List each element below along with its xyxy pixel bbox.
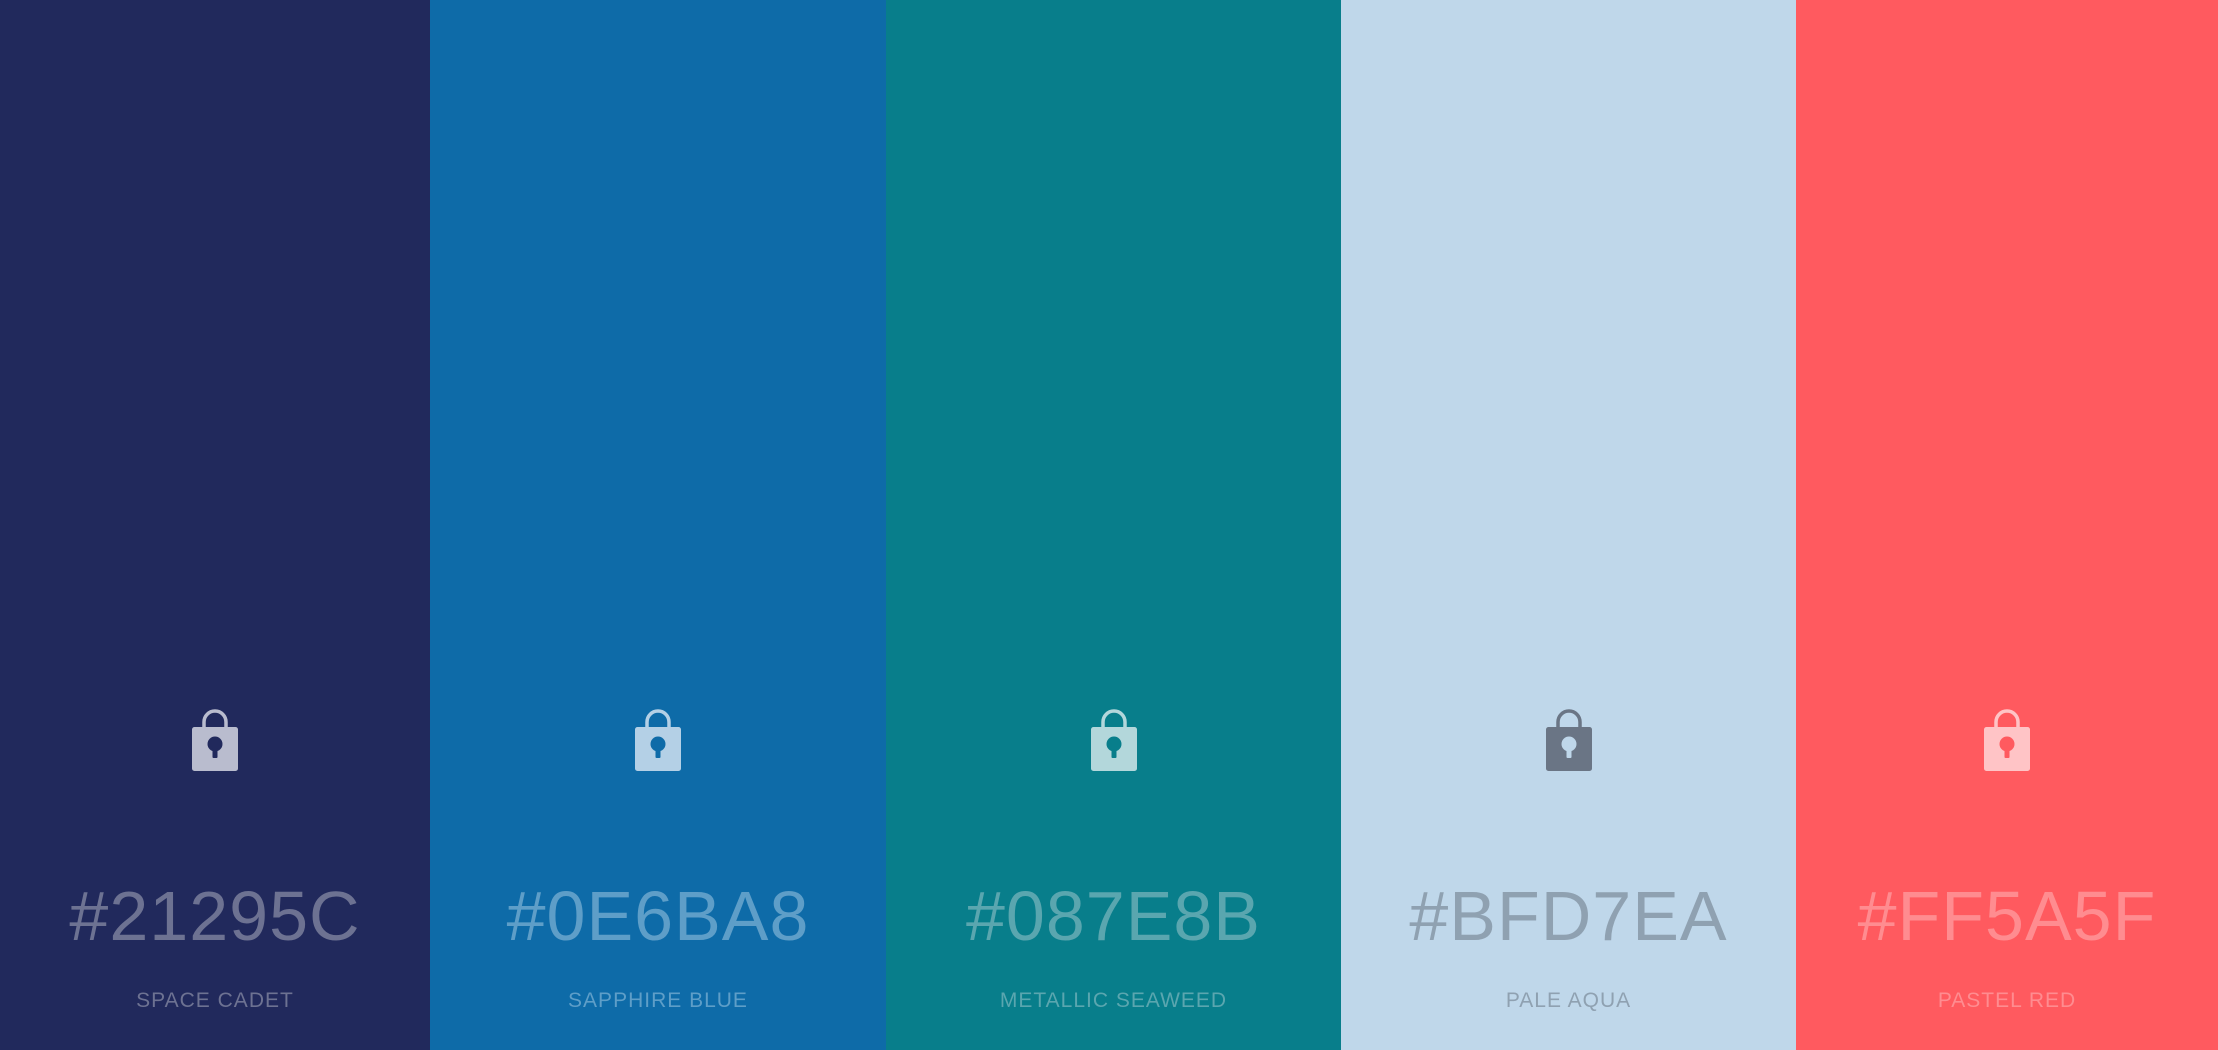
hex-code[interactable]: #0E6BA8 — [430, 876, 886, 956]
lock-icon[interactable] — [1545, 708, 1593, 772]
color-palette: #21295C SPACE CADET #0E6BA8 SAPPHIRE BLU… — [0, 0, 2218, 1050]
hex-code[interactable]: #21295C — [0, 876, 430, 956]
color-swatch-pale-aqua[interactable]: #BFD7EA PALE AQUA — [1341, 0, 1796, 1050]
color-swatch-sapphire-blue[interactable]: #0E6BA8 SAPPHIRE BLUE — [430, 0, 886, 1050]
color-name: SPACE CADET — [136, 989, 294, 1012]
hex-code[interactable]: #BFD7EA — [1341, 876, 1796, 956]
color-name: METALLIC SEAWEED — [999, 989, 1228, 1012]
lock-icon[interactable] — [191, 708, 239, 772]
lock-icon[interactable] — [634, 708, 682, 772]
color-name: PASTEL RED — [1937, 989, 2077, 1012]
hex-code[interactable]: #087E8B — [886, 876, 1341, 956]
hex-code[interactable]: #FF5A5F — [1796, 876, 2218, 956]
lock-icon[interactable] — [1983, 708, 2031, 772]
color-swatch-space-cadet[interactable]: #21295C SPACE CADET — [0, 0, 430, 1050]
color-swatch-metallic-seaweed[interactable]: #087E8B METALLIC SEAWEED — [886, 0, 1341, 1050]
color-name: SAPPHIRE BLUE — [568, 989, 748, 1012]
lock-icon[interactable] — [1090, 708, 1138, 772]
color-swatch-pastel-red[interactable]: #FF5A5F PASTEL RED — [1796, 0, 2218, 1050]
color-name: PALE AQUA — [1505, 989, 1632, 1012]
